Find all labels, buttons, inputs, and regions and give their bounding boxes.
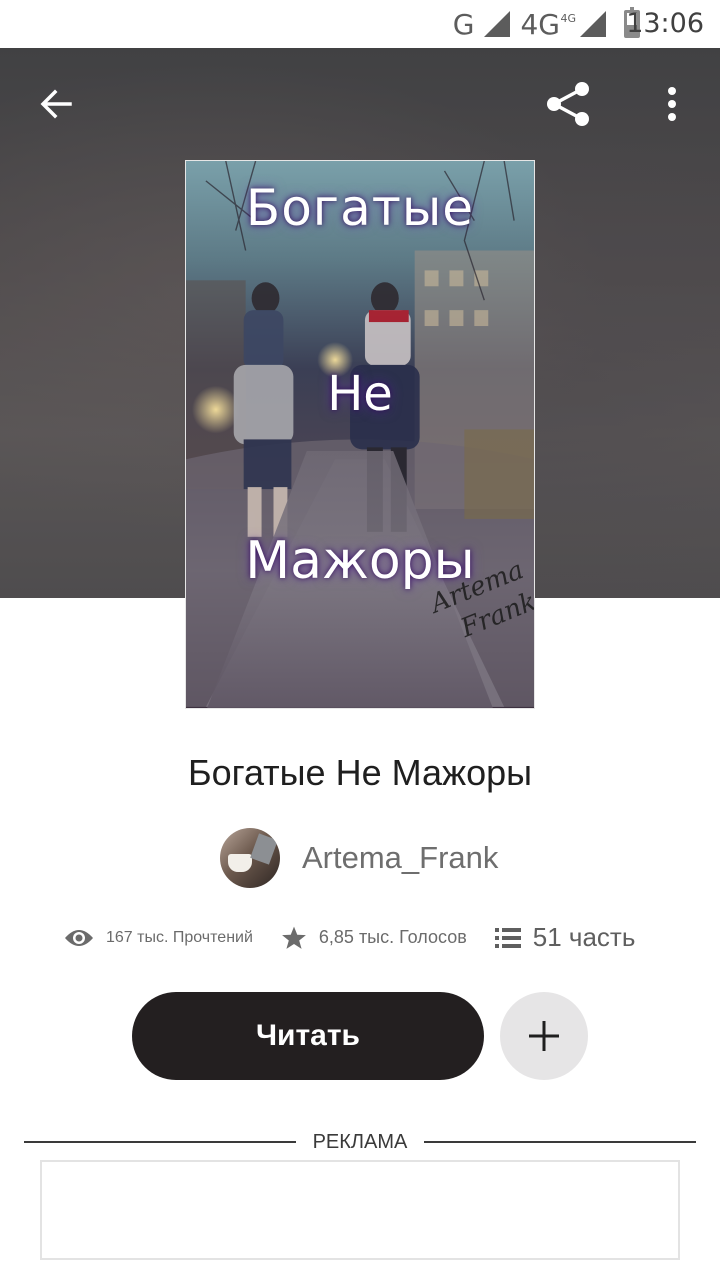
votes-stat: 6,85 тыс. Голосов <box>281 925 467 951</box>
author-row[interactable]: Artema_Frank <box>220 828 498 888</box>
clock: 13:06 <box>626 8 704 39</box>
add-to-library-button[interactable] <box>500 992 588 1080</box>
author-avatar[interactable] <box>220 828 280 888</box>
reads-stat: 167 тыс. Прочтений <box>64 927 253 949</box>
more-options-button[interactable] <box>644 76 700 132</box>
star-icon <box>281 926 306 949</box>
story-title: Богатые Не Мажоры <box>187 752 533 793</box>
network-4g-indicator: 4G 4G <box>520 7 576 41</box>
cover-title-line2: Не <box>327 366 393 422</box>
ad-slot[interactable] <box>40 1160 680 1260</box>
network-4g-label: 4G <box>520 7 560 41</box>
read-button[interactable]: Читать <box>132 992 484 1080</box>
reads-count: 167 тыс. Прочтений <box>106 928 253 946</box>
votes-count: 6,85 тыс. Голосов <box>318 927 467 947</box>
story-stats: 167 тыс. Прочтений 6,85 тыс. Голосов 51 … <box>64 922 635 953</box>
parts-stat[interactable]: 51 часть <box>494 922 636 953</box>
network-4g-small-label: 4G <box>560 11 576 25</box>
more-vertical-icon <box>668 87 676 121</box>
eye-icon <box>65 929 93 946</box>
arrow-left-icon <box>40 89 72 119</box>
parts-count[interactable]: 51 часть <box>533 922 636 953</box>
share-icon <box>547 82 589 126</box>
network-g-indicator: G <box>452 7 475 41</box>
author-name[interactable]: Artema_Frank <box>302 840 498 876</box>
status-bar: G 4G 4G 13:06 <box>0 0 720 48</box>
signal-icon <box>484 11 511 37</box>
back-button[interactable] <box>28 76 84 132</box>
signal-icon-2 <box>580 11 606 37</box>
plus-icon <box>529 1021 559 1051</box>
cover-title-line1: Богатые <box>245 179 475 237</box>
share-button[interactable] <box>540 76 596 132</box>
book-cover[interactable]: Богатые Не Мажоры Artema Frank <box>185 160 535 709</box>
list-icon <box>494 927 521 948</box>
ad-label: РЕКЛАМА <box>312 1131 408 1153</box>
